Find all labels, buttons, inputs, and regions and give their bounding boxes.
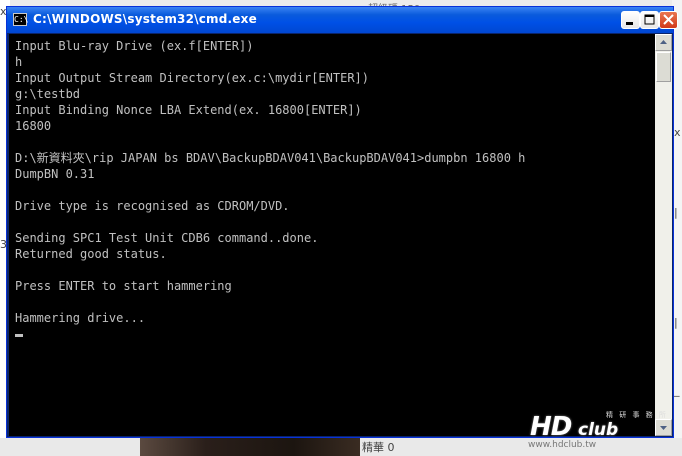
minimize-icon — [626, 22, 633, 25]
console-line: Drive type is recognised as CDROM/DVD. — [15, 199, 290, 213]
cmd-app-icon[interactable]: C:\ — [13, 13, 28, 26]
scroll-thumb[interactable] — [656, 52, 671, 82]
console-line: DumpBN 0.31 — [15, 167, 95, 181]
window-title: C:\WINDOWS\system32\cmd.exe — [33, 12, 257, 26]
maximize-button[interactable] — [640, 11, 659, 29]
console-line: D:\新資料夾\rip JAPAN bs BDAV\BackupBDAV041\… — [15, 151, 526, 165]
console-line: Input Output Stream Directory(ex.c:\mydi… — [15, 71, 370, 85]
background-right-char: x — [674, 126, 681, 139]
console-line: h — [15, 55, 23, 69]
background-right-pipe-1: | — [674, 206, 678, 219]
background-right-mark: _ — [674, 384, 680, 397]
watermark-subtitle: 精 研 事 務 所 — [606, 411, 668, 419]
console-line: Returned good status. — [15, 247, 167, 261]
console-line: Sending SPC1 Test Unit CDB6 command..don… — [15, 231, 319, 245]
scroll-up-button[interactable] — [655, 34, 672, 51]
close-button[interactable] — [659, 11, 678, 29]
cmd-window: C:\ C:\WINDOWS\system32\cmd.exe Input Bl… — [6, 6, 678, 438]
minimize-button[interactable] — [621, 11, 640, 29]
background-right-pipe-2: | — [674, 316, 678, 329]
text-cursor — [15, 334, 23, 337]
hdclub-watermark-logo: HD club 精 研 事 務 所 — [530, 411, 670, 442]
close-icon — [663, 14, 674, 25]
console-line: Input Binding Nonce LBA Extend(ex. 16800… — [15, 103, 362, 117]
console-line: 16800 — [15, 119, 52, 133]
watermark-hd-text: HD — [530, 412, 572, 442]
vertical-scrollbar[interactable] — [655, 34, 672, 436]
console-line: Hammering drive... — [15, 311, 146, 325]
maximize-icon — [644, 14, 655, 25]
background-photo — [140, 438, 360, 456]
console-line: Press ENTER to start hammering — [15, 279, 232, 293]
watermark-url: www.hdclub.tw — [528, 440, 597, 450]
arrow-up-icon — [660, 40, 667, 44]
console-line: g:\testbd — [15, 87, 81, 101]
console-output[interactable]: Input Blu-ray Drive (ex.f[ENTER]) h Inpu… — [9, 34, 655, 436]
console-line: Input Blu-ray Drive (ex.f[ENTER]) — [15, 39, 254, 53]
watermark-club-text: club — [578, 420, 619, 440]
title-bar[interactable]: C:\ C:\WINDOWS\system32\cmd.exe — [7, 7, 678, 33]
background-bottom-text: 精華 0 — [362, 441, 395, 454]
